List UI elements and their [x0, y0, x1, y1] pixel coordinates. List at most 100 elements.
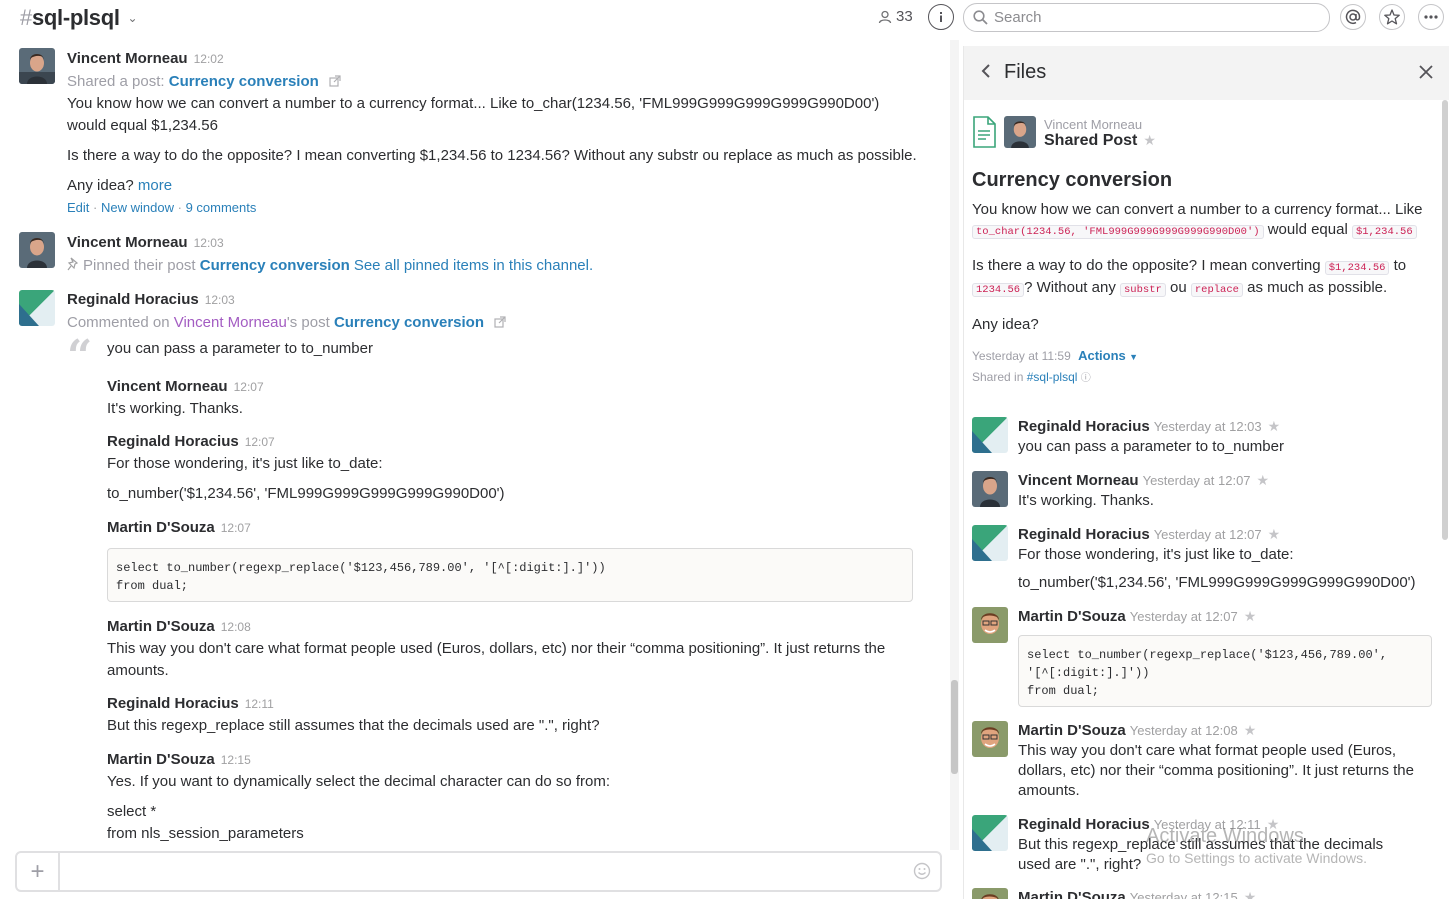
- comment-text: to_number('$1,234.56', 'FML999G999G999G9…: [1018, 574, 1416, 591]
- comment-author[interactable]: Martin D'Souza: [1018, 722, 1126, 739]
- external-link-icon[interactable]: [329, 75, 341, 87]
- file-comment: Reginald Horacius Yesterday at 12:07 ★ For…: [1018, 524, 1434, 593]
- message-author[interactable]: Vincent Morneau: [67, 50, 188, 67]
- reply-timestamp[interactable]: 12:07: [234, 380, 264, 394]
- code-line: select to_number(regexp_replace('$123,45…: [116, 561, 606, 575]
- avatar[interactable]: [972, 888, 1008, 899]
- post-title-link[interactable]: Currency conversion: [169, 73, 319, 90]
- add-file-button[interactable]: +: [17, 853, 60, 890]
- post-owner-suffix: 's post: [286, 314, 330, 331]
- message-input[interactable]: [69, 861, 899, 883]
- avatar[interactable]: [972, 525, 1008, 561]
- avatar[interactable]: [972, 471, 1008, 507]
- star-icon[interactable]: ★: [1257, 472, 1270, 488]
- message-scrollbar-thumb[interactable]: [951, 680, 958, 774]
- inline-code: substr: [1120, 283, 1166, 297]
- post-title-link[interactable]: Currency conversion: [200, 257, 350, 274]
- avatar[interactable]: [19, 232, 55, 268]
- comments-link[interactable]: 9 comments: [186, 200, 257, 215]
- channel-info-button[interactable]: [928, 4, 954, 30]
- star-icon[interactable]: ★: [1244, 889, 1257, 899]
- external-link-icon[interactable]: [494, 316, 506, 328]
- comment-author[interactable]: Reginald Horacius: [1018, 526, 1150, 543]
- message-timestamp[interactable]: 12:02: [194, 52, 224, 66]
- chevron-down-icon[interactable]: ⌄: [128, 11, 138, 25]
- reply-timestamp[interactable]: 12:08: [221, 620, 251, 634]
- mentions-button[interactable]: [1340, 4, 1366, 30]
- post-owner-link[interactable]: Vincent Morneau: [174, 314, 287, 331]
- see-all-pinned-link[interactable]: See all pinned items in this channel.: [354, 257, 593, 274]
- star-icon[interactable]: ★: [1268, 526, 1281, 542]
- reply-text: select *: [107, 803, 157, 820]
- message-author[interactable]: Reginald Horacius: [67, 291, 199, 308]
- message-author[interactable]: Vincent Morneau: [67, 234, 188, 251]
- reply-author[interactable]: Reginald Horacius: [107, 433, 239, 450]
- commented-on-prefix: Commented on: [67, 314, 170, 331]
- star-icon[interactable]: ★: [1244, 608, 1257, 624]
- star-icon[interactable]: ★: [1268, 418, 1281, 434]
- avatar[interactable]: [19, 48, 55, 84]
- search-input[interactable]: [994, 9, 1314, 26]
- shared-channel-link[interactable]: #sql-plsql: [1027, 370, 1078, 384]
- reply-timestamp[interactable]: 12:11: [245, 697, 274, 711]
- avatar[interactable]: [19, 290, 55, 326]
- reply-author[interactable]: Reginald Horacius: [107, 695, 239, 712]
- info-small-icon[interactable]: ⓘ: [1081, 373, 1091, 384]
- search-box[interactable]: [963, 3, 1330, 32]
- code-line: from dual;: [1027, 684, 1100, 698]
- shared-in-label: Shared in: [972, 370, 1024, 384]
- reply-author[interactable]: Martin D'Souza: [107, 519, 215, 536]
- comment-timestamp: Yesterday at 12:03: [1153, 419, 1262, 434]
- post-text: would equal: [1267, 221, 1348, 238]
- files-scrollbar-thumb[interactable]: [1442, 100, 1448, 540]
- reply-timestamp[interactable]: 12:07: [245, 435, 275, 449]
- reply-text: But this regexp_replace still assumes th…: [107, 717, 600, 734]
- avatar[interactable]: [972, 417, 1008, 453]
- avatar[interactable]: [972, 815, 1008, 851]
- pin-icon: [67, 257, 79, 271]
- comment-author[interactable]: Reginald Horacius: [1018, 816, 1150, 833]
- new-window-link[interactable]: New window: [101, 200, 174, 215]
- starred-items-button[interactable]: [1379, 4, 1405, 30]
- actions-menu[interactable]: Actions: [1078, 348, 1126, 363]
- avatar[interactable]: [1004, 116, 1036, 148]
- channel-header: #sql-plsql ⌄ 33: [0, 0, 1449, 40]
- post-author[interactable]: Vincent Morneau: [1044, 117, 1142, 132]
- emoji-icon[interactable]: [913, 862, 931, 880]
- channel-title[interactable]: #sql-plsql ⌄: [20, 5, 138, 31]
- comment-text: But this regexp_replace still assumes th…: [1018, 836, 1384, 873]
- reply-text: This way you don't care what format peop…: [107, 640, 886, 679]
- avatar[interactable]: [972, 721, 1008, 757]
- star-icon[interactable]: ★: [1143, 132, 1156, 148]
- comment-author[interactable]: Reginald Horacius: [1018, 418, 1150, 435]
- reply-author[interactable]: Vincent Morneau: [107, 378, 228, 395]
- ellipsis-icon: [1424, 15, 1438, 19]
- edit-link[interactable]: Edit: [67, 200, 89, 215]
- file-comment: Martin D'Souza Yesterday at 12:07 ★ select…: [1018, 606, 1434, 707]
- more-items-button[interactable]: [1418, 4, 1444, 30]
- star-icon[interactable]: ★: [1244, 722, 1257, 738]
- star-icon[interactable]: ★: [1267, 816, 1280, 832]
- comment-author[interactable]: Vincent Morneau: [1018, 472, 1139, 489]
- user-photo: [972, 525, 1008, 561]
- more-link[interactable]: more: [138, 177, 172, 194]
- user-photo: [19, 48, 55, 84]
- member-count-button[interactable]: 33: [878, 8, 913, 25]
- reply-author[interactable]: Martin D'Souza: [107, 618, 215, 635]
- reply-timestamp[interactable]: 12:15: [221, 753, 251, 767]
- post-title-link[interactable]: Currency conversion: [334, 314, 484, 331]
- comment-author[interactable]: Martin D'Souza: [1018, 889, 1126, 899]
- message-scrollbar[interactable]: [950, 40, 959, 850]
- files-panel: Files Vincent Morneau Shared Post ★ Curre…: [963, 46, 1449, 899]
- reply-timestamp[interactable]: 12:07: [221, 521, 251, 535]
- avatar[interactable]: [972, 607, 1008, 643]
- close-icon[interactable]: [1418, 64, 1434, 80]
- files-panel-header: Files: [964, 46, 1449, 100]
- comment-author[interactable]: Martin D'Souza: [1018, 608, 1126, 625]
- reply-author[interactable]: Martin D'Souza: [107, 751, 215, 768]
- caret-down-icon[interactable]: ▼: [1129, 352, 1138, 362]
- back-arrow-icon[interactable]: [980, 62, 992, 80]
- message-timestamp[interactable]: 12:03: [205, 293, 235, 307]
- message-timestamp[interactable]: 12:03: [194, 236, 224, 250]
- code-block: select to_number(regexp_replace('$123,45…: [1018, 635, 1432, 707]
